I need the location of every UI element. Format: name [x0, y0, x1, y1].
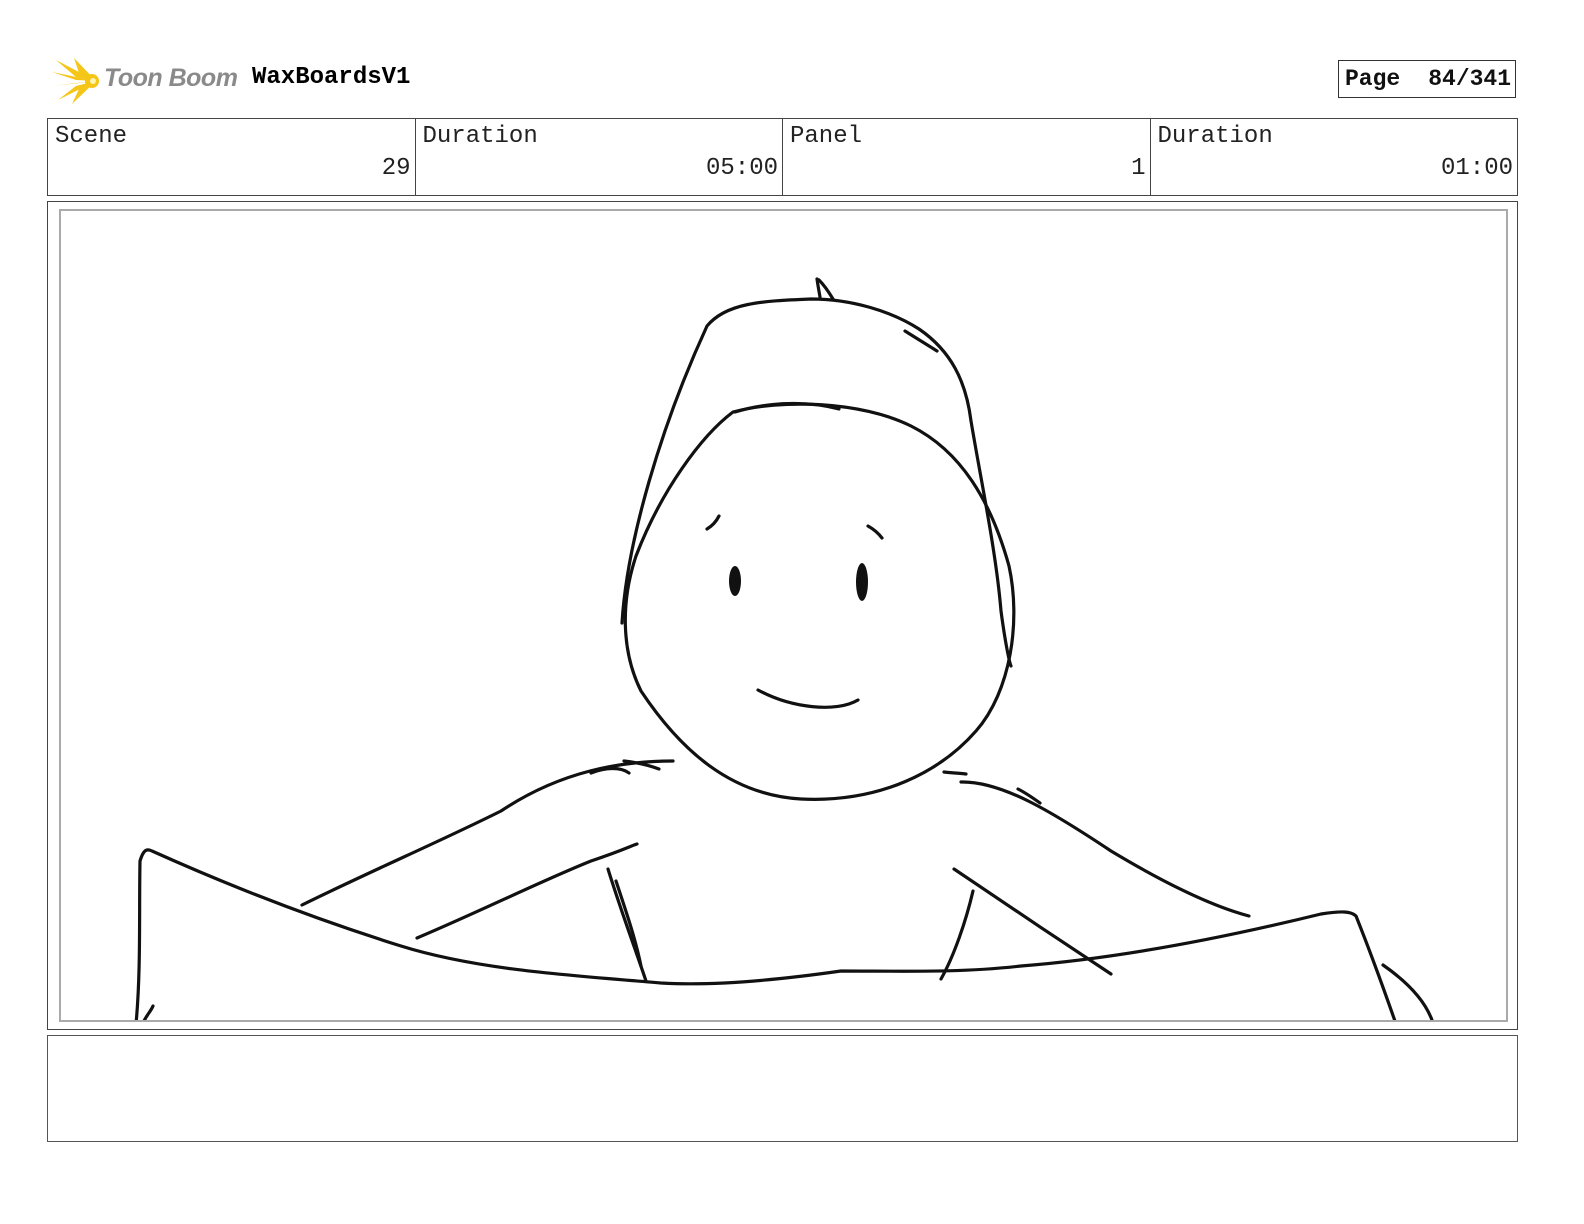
page-number: 84/341 [1428, 66, 1512, 92]
scene-duration-cell: Duration 05:00 [416, 119, 783, 195]
scene-info-row: Scene 29 Duration 05:00 Panel 1 Duration… [47, 118, 1518, 196]
panel-image [59, 209, 1508, 1022]
page-indicator: Page 84/341 [1338, 60, 1516, 98]
notes-box [47, 1035, 1518, 1142]
panel-duration-value: 01:00 [1440, 155, 1513, 182]
panel-label: Panel [790, 123, 863, 150]
scene-cell: Scene 29 [48, 119, 416, 195]
panel-duration-cell: Duration 01:00 [1151, 119, 1518, 195]
scene-value: 29 [381, 155, 411, 182]
panel-cell: Panel 1 [783, 119, 1151, 195]
panel-duration-label: Duration [1157, 123, 1273, 150]
scene-duration-value: 05:00 [705, 155, 778, 182]
toon-boom-logo: Toon Boom [52, 56, 242, 106]
scene-label: Scene [55, 123, 128, 150]
starburst-icon [52, 58, 99, 104]
logo-text: Toon Boom [104, 64, 238, 92]
storyboard-sketch [134, 277, 1434, 1020]
project-title: WaxBoardsV1 [252, 64, 411, 91]
page-label: Page [1345, 66, 1401, 92]
scene-duration-label: Duration [422, 123, 538, 150]
panel-value: 1 [1131, 155, 1146, 182]
